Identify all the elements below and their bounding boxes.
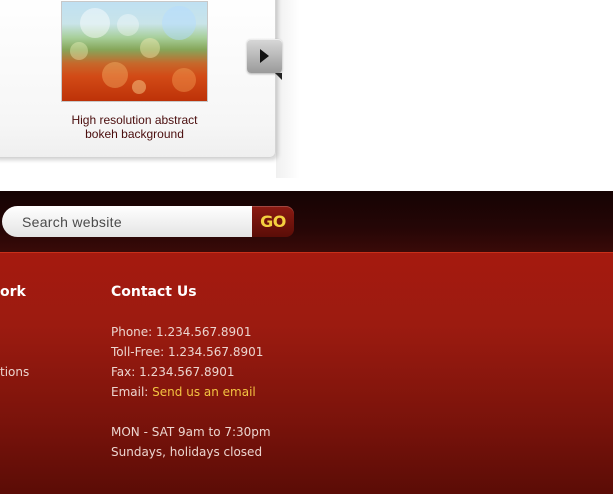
gallery-thumbnail[interactable] (61, 1, 208, 102)
search-input[interactable] (2, 206, 252, 237)
contact-phone: Phone: 1.234.567.8901 (111, 325, 252, 339)
button-corner-fold (275, 73, 282, 80)
gallery-card: High resolution abstract bokeh backgroun… (0, 0, 276, 158)
content-area: High resolution abstract bokeh backgroun… (0, 0, 613, 191)
network-heading: ork (0, 284, 26, 300)
bokeh-circle (162, 6, 196, 40)
caption-line: bokeh background (85, 127, 184, 141)
contact-tollfree: Toll-Free: 1.234.567.8901 (111, 345, 264, 359)
triangle-right-icon (260, 49, 269, 63)
bokeh-circle (117, 14, 139, 36)
contact-email: Email: Send us an email (111, 385, 256, 399)
bokeh-circle (70, 42, 88, 60)
email-label: Email: (111, 385, 149, 399)
search-bar: GO (0, 191, 613, 252)
footer: GO ork tions Contact Us Phone: 1.234.567… (0, 191, 613, 494)
bokeh-circle (132, 80, 146, 94)
bokeh-circle (102, 62, 128, 88)
bokeh-circle (172, 68, 196, 92)
caption-line: High resolution abstract (71, 113, 198, 127)
bokeh-circle (140, 38, 160, 58)
contact-fax: Fax: 1.234.567.8901 (111, 365, 235, 379)
email-link[interactable]: Send us an email (152, 385, 256, 399)
search-go-button[interactable]: GO (252, 206, 294, 237)
footer-columns: ork tions Contact Us Phone: 1.234.567.89… (0, 252, 613, 494)
contact-heading: Contact Us (111, 284, 197, 300)
card-shadow (276, 0, 300, 178)
contact-hours: MON - SAT 9am to 7:30pm (111, 425, 271, 439)
bokeh-circle (80, 8, 110, 38)
contact-closed: Sundays, holidays closed (111, 445, 263, 459)
footer-link-partial[interactable]: tions (0, 365, 29, 379)
gallery-caption: High resolution abstract bokeh backgroun… (61, 113, 208, 141)
next-button[interactable] (247, 39, 282, 80)
